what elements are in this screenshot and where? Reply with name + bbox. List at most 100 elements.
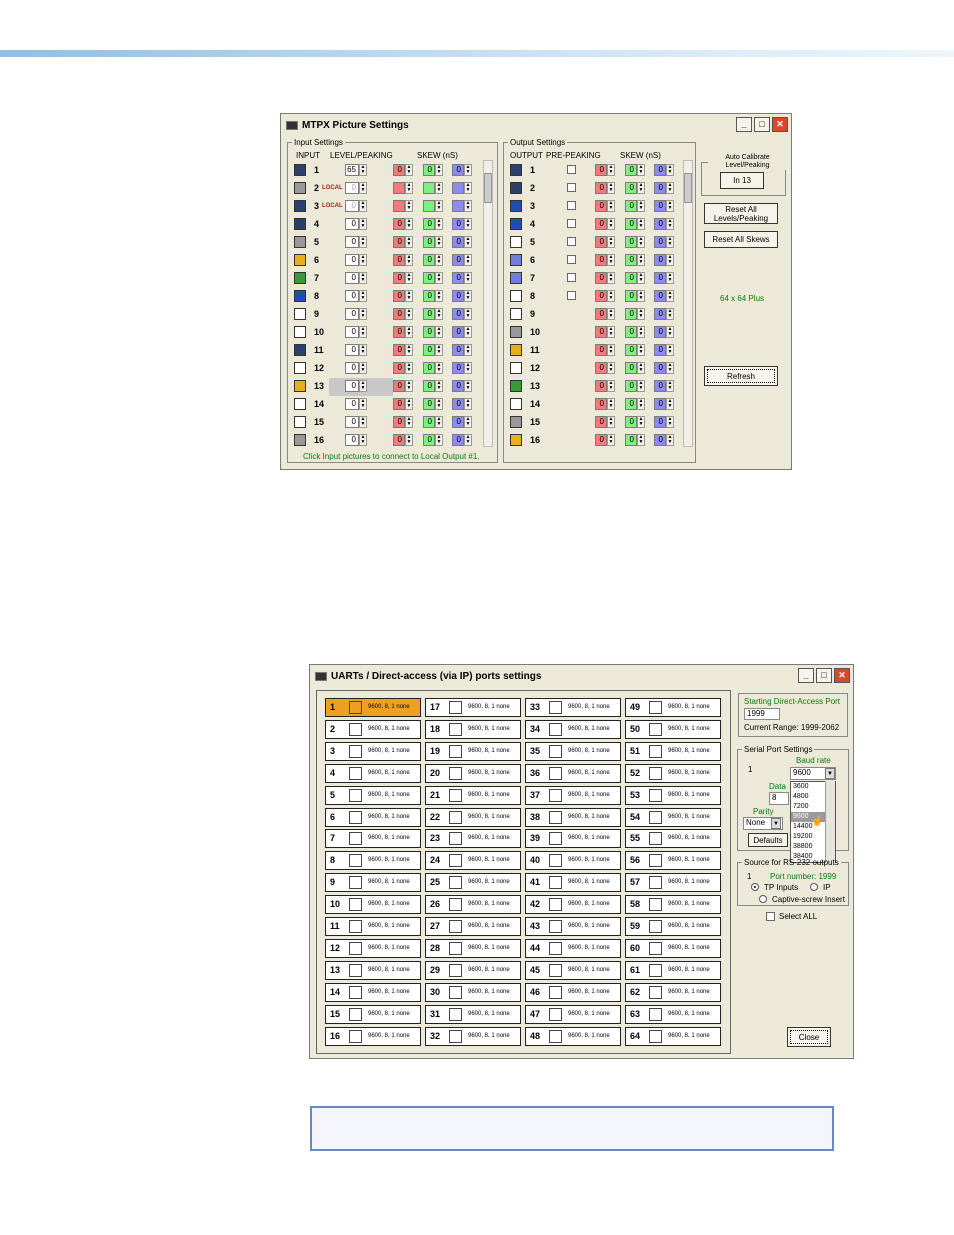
spinner-arrows-icon[interactable]: ▲ ▼ [405,326,413,338]
port-checkbox[interactable] [649,744,662,758]
skew-red-spinner[interactable]: 0 [595,182,607,194]
port-cell[interactable]: 37 9600, 8, 1 none [525,785,621,805]
port-checkbox[interactable] [349,985,362,999]
spinner-arrows-icon[interactable]: ▲ ▼ [464,344,472,356]
skew-red-spinner[interactable]: 0 [595,254,607,266]
output-icon[interactable] [510,434,522,446]
port-checkbox[interactable] [349,766,362,780]
skew-green-spinner[interactable]: 0 [625,182,637,194]
skew-blue-spinner[interactable]: 0 [452,326,464,338]
output-icon[interactable] [510,164,522,176]
skew-red-spinner[interactable]: 0 [595,398,607,410]
chevron-down-icon[interactable]: ▼ [825,768,835,779]
skew-red-spinner[interactable]: 0 [595,308,607,320]
skew-red-spinner[interactable]: 0 [393,308,405,320]
spinner-arrows-icon[interactable]: ▲ ▼ [607,290,615,302]
port-cell[interactable]: 18 9600, 8, 1 none [425,719,521,739]
spinner-arrows-icon[interactable]: ▲ ▼ [359,254,367,266]
in-13-button[interactable]: In 13 [720,172,764,189]
port-cell[interactable]: 8 9600, 8, 1 none [325,851,421,871]
port-checkbox[interactable] [649,854,662,868]
prepeak-checkbox[interactable] [567,183,576,192]
spinner-arrows-icon[interactable]: ▲ ▼ [666,434,674,446]
spinner-arrows-icon[interactable]: ▲ ▼ [405,254,413,266]
spinner-arrows-icon[interactable]: ▲ ▼ [607,236,615,248]
spinner-arrows-icon[interactable]: ▲ ▼ [637,272,645,284]
skew-blue-spinner[interactable]: 0 [452,272,464,284]
skew-red-spinner[interactable]: 0 [393,164,405,176]
spinner-arrows-icon[interactable]: ▲ ▼ [435,236,443,248]
port-cell[interactable]: 62 9600, 8, 1 none [625,982,721,1002]
port-cell[interactable]: 47 9600, 8, 1 none [525,1004,621,1024]
port-cell[interactable]: 22 9600, 8, 1 none [425,807,521,827]
output-icon[interactable] [510,290,522,302]
port-cell[interactable]: 27 9600, 8, 1 none [425,917,521,936]
port-cell[interactable]: 54 9600, 8, 1 none [625,807,721,827]
level-spinner[interactable]: 0 [345,272,359,284]
spinner-arrows-icon[interactable]: ▲ ▼ [607,344,615,356]
port-checkbox[interactable] [549,701,562,714]
port-checkbox[interactable] [549,898,562,912]
skew-blue-spinner[interactable]: 0 [452,416,464,428]
port-checkbox[interactable] [349,1029,362,1043]
output-icon[interactable] [510,182,522,194]
skew-green-spinner[interactable]: 0 [423,344,435,356]
laptop-icon[interactable] [294,182,306,194]
spinner-arrows-icon[interactable]: ▲ ▼ [464,380,472,392]
port-checkbox[interactable] [549,920,562,933]
port-cell[interactable]: 52 9600, 8, 1 none [625,763,721,783]
camera-icon[interactable] [294,236,306,248]
spinner-arrows-icon[interactable]: ▲ ▼ [405,272,413,284]
spinner-arrows-icon[interactable]: ▲ ▼ [607,416,615,428]
skew-green-spinner[interactable]: 0 [625,308,637,320]
port-cell[interactable]: 10 9600, 8, 1 none [325,895,421,915]
spinner-arrows-icon[interactable]: ▲ ▼ [435,380,443,392]
computer-icon[interactable] [294,164,306,176]
port-cell[interactable]: 36 9600, 8, 1 none [525,763,621,783]
skew-blue-spinner[interactable]: 0 [654,218,666,230]
skew-blue-spinner[interactable]: 0 [654,290,666,302]
skew-blue-spinner[interactable]: 0 [452,290,464,302]
skew-red-spinner[interactable]: 0 [595,416,607,428]
port-checkbox[interactable] [649,1029,662,1043]
port-cell[interactable]: 38 9600, 8, 1 none [525,807,621,827]
skew-green-spinner[interactable]: 0 [423,362,435,374]
port-checkbox[interactable] [449,854,462,868]
port-cell[interactable]: 49 9600, 8, 1 none [625,698,721,717]
envelope-icon[interactable] [294,290,306,302]
port-cell[interactable]: 34 9600, 8, 1 none [525,719,621,739]
port-checkbox[interactable] [649,832,662,846]
spinner-arrows-icon[interactable]: ▲ ▼ [666,236,674,248]
port-checkbox[interactable] [549,985,562,999]
port-cell[interactable]: 15 9600, 8, 1 none [325,1004,421,1024]
spinner-arrows-icon[interactable]: ▲ ▼ [637,398,645,410]
port-checkbox[interactable] [349,898,362,912]
chart-icon[interactable] [294,254,306,266]
port-checkbox[interactable] [449,722,462,736]
skew-blue-spinner[interactable]: 0 [654,380,666,392]
port-cell[interactable]: 44 9600, 8, 1 none [525,938,621,958]
spinner-arrows-icon[interactable]: ▲ ▼ [405,218,413,230]
spinner-arrows-icon[interactable]: ▲ ▼ [666,182,674,194]
skew-green-spinner[interactable]: 0 [625,380,637,392]
spinner-arrows-icon[interactable]: ▲ ▼ [359,362,367,374]
globe-icon[interactable] [294,272,306,284]
spinner-arrows-icon[interactable]: ▲ ▼ [464,254,472,266]
spinner-arrows-icon[interactable]: ▲ ▼ [359,236,367,248]
spinner-arrows-icon[interactable]: ▲ ▼ [666,362,674,374]
port-cell[interactable]: 4 9600, 8, 1 none [325,763,421,783]
blank-icon[interactable] [294,416,306,428]
port-checkbox[interactable] [349,963,362,977]
spinner-arrows-icon[interactable]: ▲ ▼ [666,254,674,266]
port-checkbox[interactable] [549,854,562,868]
data-select[interactable]: 8 [769,792,789,805]
skew-green-spinner[interactable]: 0 [625,434,637,446]
skew-red-spinner[interactable]: 0 [595,218,607,230]
output-icon[interactable] [510,308,522,320]
output-icon[interactable] [510,380,522,392]
skew-blue-spinner[interactable]: 0 [452,236,464,248]
skew-blue-spinner[interactable]: 0 [452,362,464,374]
port-checkbox[interactable] [449,1007,462,1021]
spinner-arrows-icon[interactable]: ▲ ▼ [435,362,443,374]
port-checkbox[interactable] [649,985,662,999]
